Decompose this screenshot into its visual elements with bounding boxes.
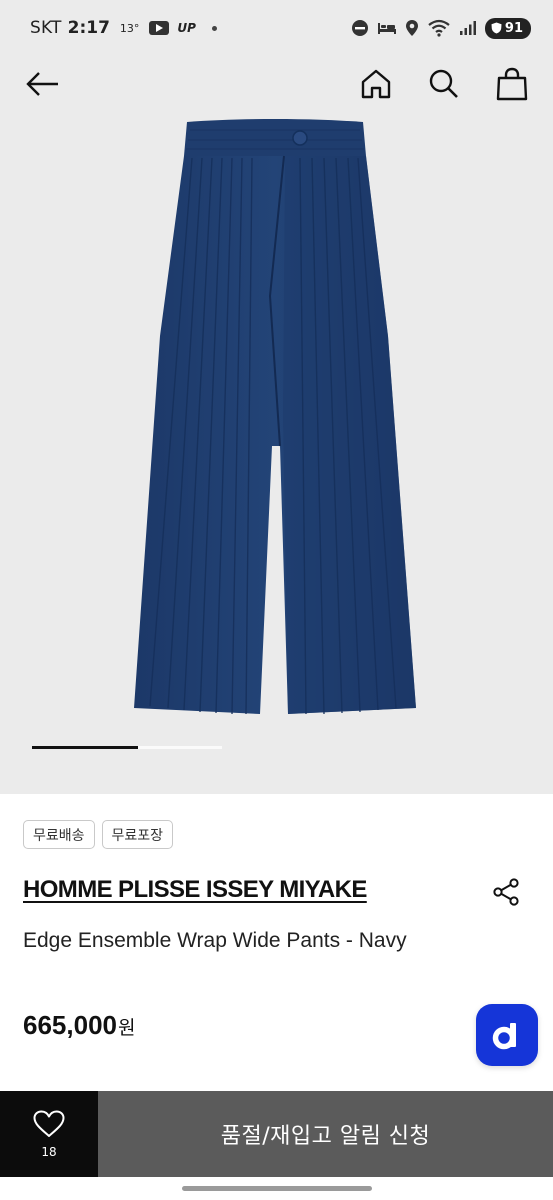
app-bar xyxy=(0,56,553,112)
tag-list: 무료배송 무료포장 xyxy=(23,820,174,849)
status-right: 91 xyxy=(351,17,531,39)
search-button[interactable] xyxy=(424,64,464,104)
wishlist-button[interactable]: 18 xyxy=(0,1091,98,1177)
restock-notify-button[interactable]: 품절/재입고 알림 신청 xyxy=(98,1091,553,1177)
shopping-bag-icon xyxy=(496,67,528,101)
product-name: Edge Ensemble Wrap Wide Pants - Navy xyxy=(23,929,407,952)
bed-icon xyxy=(377,23,396,34)
heart-icon xyxy=(33,1110,65,1137)
temperature: 13° xyxy=(119,21,140,35)
search-icon xyxy=(429,69,458,98)
free-wrapping-tag: 무료포장 xyxy=(101,820,174,849)
d-logo-icon xyxy=(492,1023,516,1050)
share-button[interactable] xyxy=(486,872,526,912)
battery-level: 91 xyxy=(504,20,523,36)
back-arrow-icon xyxy=(26,72,58,96)
gallery-indicator-active xyxy=(32,746,139,749)
app-fab-button[interactable] xyxy=(476,1004,538,1066)
system-home-indicator[interactable] xyxy=(182,1186,372,1191)
gallery-indicator xyxy=(32,746,222,749)
home-button[interactable] xyxy=(356,64,396,104)
location-icon xyxy=(405,20,418,36)
cart-button[interactable] xyxy=(492,64,532,104)
carrier-label: SKT xyxy=(30,18,62,38)
notification-dot-icon xyxy=(211,25,217,31)
product-image[interactable] xyxy=(120,116,430,718)
up-label: UP xyxy=(177,21,196,35)
free-shipping-tag: 무료배송 xyxy=(23,820,95,849)
battery-icon: 91 xyxy=(484,17,531,39)
bottom-action-bar: 18 품절/재입고 알림 신청 xyxy=(0,1091,553,1177)
status-bar: SKT 2:17 13° UP 91 xyxy=(0,0,553,56)
dnd-icon xyxy=(351,20,368,36)
battery-shield-icon xyxy=(491,22,502,34)
share-icon xyxy=(493,878,519,906)
home-icon xyxy=(361,69,391,99)
price-row: 665,000 원 xyxy=(23,1010,135,1041)
status-left: SKT 2:17 13° UP xyxy=(30,18,217,38)
brand-link[interactable]: HOMME PLISSE ISSEY MIYAKE xyxy=(23,876,367,904)
product-gallery[interactable] xyxy=(0,56,553,794)
wifi-icon xyxy=(428,19,450,37)
back-button[interactable] xyxy=(22,64,62,104)
price: 665,000 xyxy=(23,1010,117,1040)
youtube-icon xyxy=(149,21,170,35)
currency-label: 원 xyxy=(117,1017,136,1039)
clock: 2:17 xyxy=(67,18,110,38)
wishlist-count: 18 xyxy=(41,1145,57,1159)
signal-icon xyxy=(459,21,476,35)
